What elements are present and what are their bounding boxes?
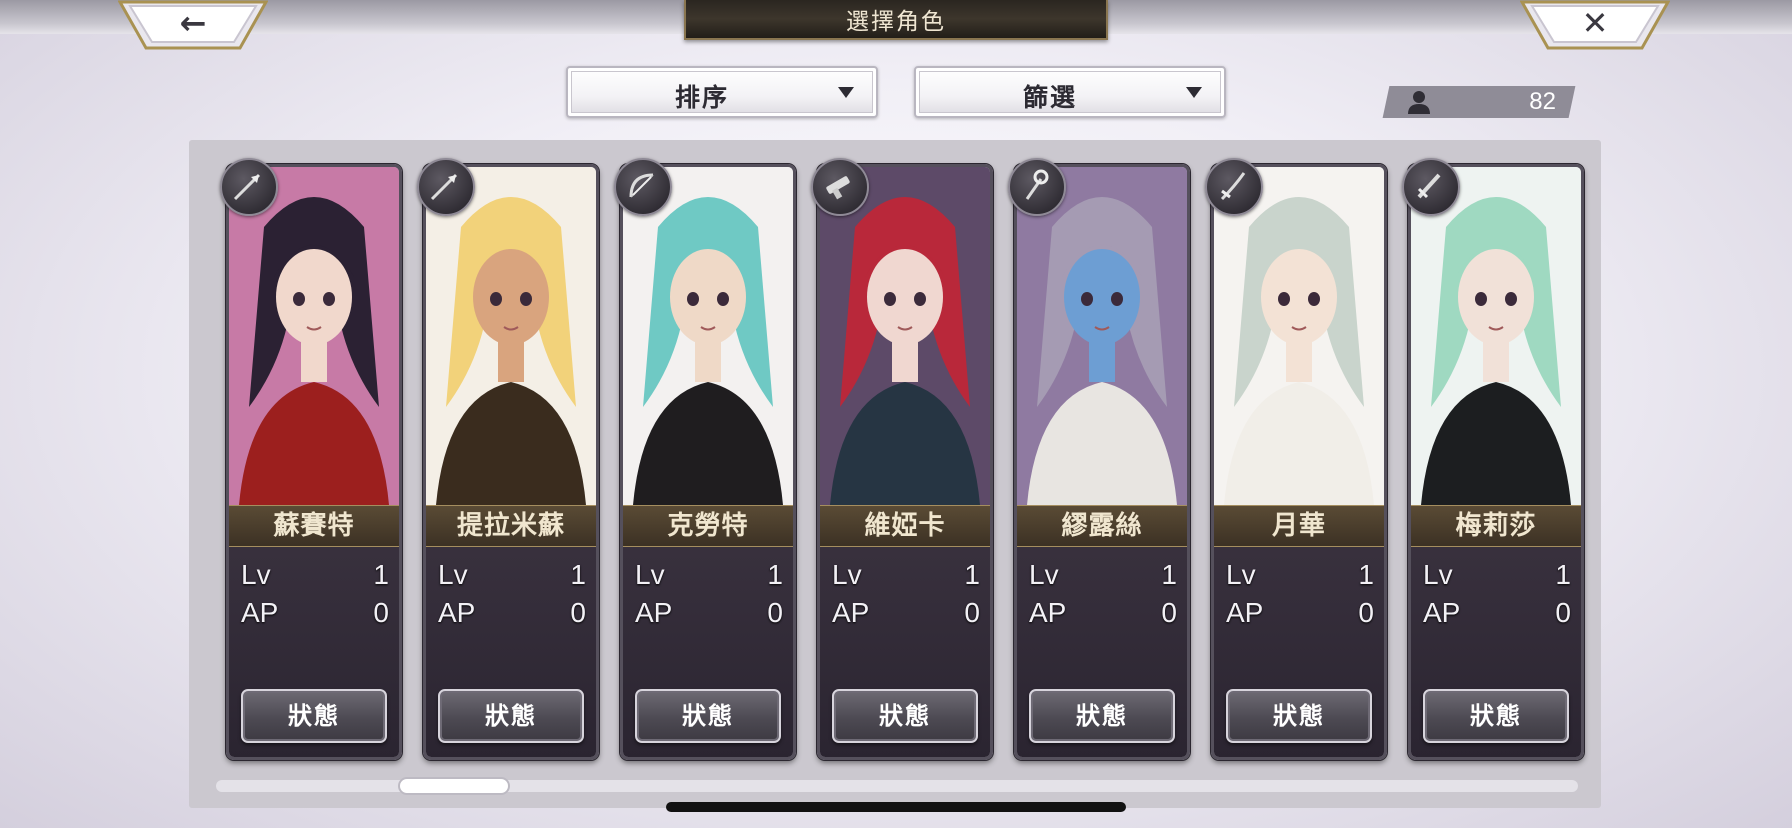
status-button[interactable]: 狀態: [241, 689, 387, 743]
chevron-down-icon: [1186, 87, 1202, 98]
ap-row: AP 0: [1029, 597, 1177, 633]
staff-icon: [1008, 158, 1066, 216]
ap-value: 0: [1161, 597, 1177, 628]
lv-label: Lv: [1423, 559, 1453, 590]
close-button[interactable]: ✕: [1520, 0, 1670, 50]
character-card[interactable]: 維婭卡 Lv 1 AP 0 狀態: [817, 164, 993, 760]
ap-value: 0: [570, 597, 586, 628]
close-icon: ✕: [1581, 4, 1609, 42]
lv-row: Lv 1: [832, 559, 980, 595]
scrollbar-thumb[interactable]: [398, 777, 510, 795]
ap-label: AP: [832, 597, 870, 628]
lv-label: Lv: [1029, 559, 1059, 590]
lv-value: 1: [373, 559, 389, 590]
ap-row: AP 0: [241, 597, 389, 633]
character-portrait: [820, 167, 990, 505]
lv-row: Lv 1: [1226, 559, 1374, 595]
character-name: 蘇賽特: [229, 505, 399, 547]
lv-row: Lv 1: [1423, 559, 1571, 595]
katana-icon: [1205, 158, 1263, 216]
lv-label: Lv: [1226, 559, 1256, 590]
ap-value: 0: [1555, 597, 1571, 628]
status-button[interactable]: 狀態: [438, 689, 584, 743]
home-indicator: [666, 802, 1126, 812]
character-card[interactable]: 梅莉莎 Lv 1 AP 0 狀態: [1408, 164, 1584, 760]
character-card[interactable]: 月華 Lv 1 AP 0 狀態: [1211, 164, 1387, 760]
character-name: 克勞特: [623, 505, 793, 547]
bow-icon: [614, 158, 672, 216]
lv-row: Lv 1: [635, 559, 783, 595]
ap-row: AP 0: [438, 597, 586, 633]
page-title: 選擇角色: [684, 0, 1108, 40]
status-button[interactable]: 狀態: [1029, 689, 1175, 743]
status-button[interactable]: 狀態: [1226, 689, 1372, 743]
character-name: 梅莉莎: [1411, 505, 1581, 547]
ap-row: AP 0: [1423, 597, 1571, 633]
character-card[interactable]: 克勞特 Lv 1 AP 0 狀態: [620, 164, 796, 760]
ap-value: 0: [767, 597, 783, 628]
ap-label: AP: [1423, 597, 1461, 628]
back-button[interactable]: ←: [118, 0, 268, 50]
character-card[interactable]: 提拉米蘇 Lv 1 AP 0 狀態: [423, 164, 599, 760]
filter-dropdown[interactable]: 篩選: [914, 66, 1226, 118]
ap-label: AP: [635, 597, 673, 628]
sort-label: 排序: [674, 83, 729, 112]
character-card[interactable]: 蘇賽特 Lv 1 AP 0 狀態: [226, 164, 402, 760]
character-portrait: [1017, 167, 1187, 505]
lv-value: 1: [1358, 559, 1374, 590]
ap-row: AP 0: [1226, 597, 1374, 633]
ap-label: AP: [1029, 597, 1067, 628]
ap-value: 0: [373, 597, 389, 628]
filter-label: 篩選: [1022, 83, 1077, 112]
character-portrait: [1411, 167, 1581, 505]
ap-label: AP: [438, 597, 476, 628]
character-name: 月華: [1214, 505, 1384, 547]
ap-row: AP 0: [635, 597, 783, 633]
lv-value: 1: [1555, 559, 1571, 590]
back-arrow-icon: ←: [179, 4, 207, 42]
character-portrait: [623, 167, 793, 505]
chevron-down-icon: [838, 87, 854, 98]
gun-icon: [811, 158, 869, 216]
status-button[interactable]: 狀態: [832, 689, 978, 743]
character-card[interactable]: 繆露絲 Lv 1 AP 0 狀態: [1014, 164, 1190, 760]
character-count: 82: [1529, 88, 1556, 115]
sword-icon: [1402, 158, 1460, 216]
character-portrait: [426, 167, 596, 505]
ap-row: AP 0: [832, 597, 980, 633]
character-portrait: [1214, 167, 1384, 505]
ap-value: 0: [964, 597, 980, 628]
lv-label: Lv: [832, 559, 862, 590]
lv-value: 1: [964, 559, 980, 590]
character-name: 繆露絲: [1017, 505, 1187, 547]
lv-row: Lv 1: [438, 559, 586, 595]
ap-label: AP: [1226, 597, 1264, 628]
ap-value: 0: [1358, 597, 1374, 628]
character-name: 維婭卡: [820, 505, 990, 547]
lv-label: Lv: [241, 559, 271, 590]
lv-value: 1: [1161, 559, 1177, 590]
lv-row: Lv 1: [1029, 559, 1177, 595]
lv-value: 1: [767, 559, 783, 590]
status-button[interactable]: 狀態: [1423, 689, 1569, 743]
sort-dropdown[interactable]: 排序: [566, 66, 878, 118]
spear-icon: [417, 158, 475, 216]
person-icon: [1408, 91, 1430, 114]
lv-value: 1: [570, 559, 586, 590]
status-button[interactable]: 狀態: [635, 689, 781, 743]
character-portrait: [229, 167, 399, 505]
spear-icon: [220, 158, 278, 216]
character-name: 提拉米蘇: [426, 505, 596, 547]
lv-row: Lv 1: [241, 559, 389, 595]
lv-label: Lv: [635, 559, 665, 590]
ap-label: AP: [241, 597, 279, 628]
lv-label: Lv: [438, 559, 468, 590]
